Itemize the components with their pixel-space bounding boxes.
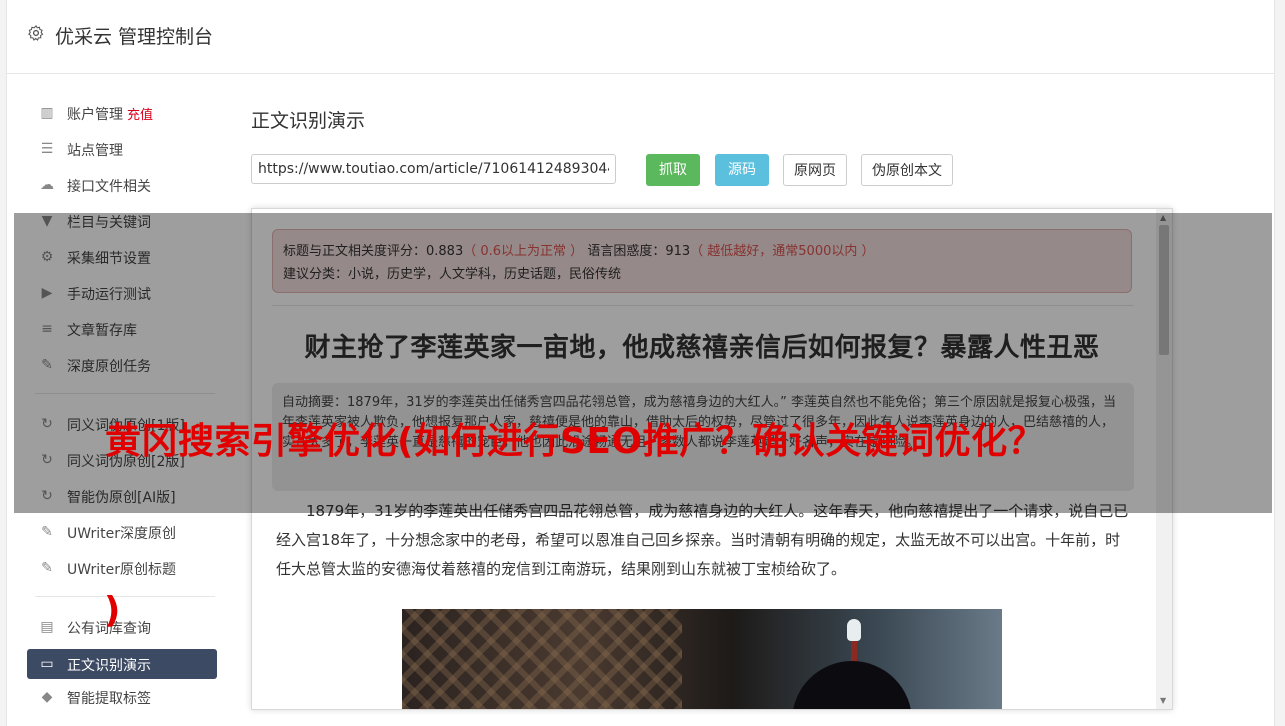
rewrite-article-button[interactable]: 伪原创本文 bbox=[861, 154, 953, 186]
divider bbox=[272, 305, 1134, 306]
sidebar-item-label: 账户管理 bbox=[67, 107, 123, 123]
refresh-icon: ↻ bbox=[41, 488, 53, 504]
sidebar-item-label: 深度原创任务 bbox=[67, 359, 151, 375]
sidebar-item-label: UWriter原创标题 bbox=[67, 562, 176, 578]
sidebar-item-label: 站点管理 bbox=[67, 143, 123, 159]
refresh-icon: ↻ bbox=[41, 452, 53, 468]
stray-paren-text: ) bbox=[104, 590, 121, 631]
seo-banner-text: 黄冈搜索引擎优化(如何进行SEO推广？确认关键词优化？ bbox=[105, 421, 1045, 462]
recharge-link[interactable]: 充值 bbox=[127, 108, 153, 123]
perplexity-hint: （ 越低越好，通常5000以内 ） bbox=[690, 244, 875, 259]
hat-stem bbox=[851, 639, 857, 663]
score-line: 标题与正文相关度评分：0.883（ 0.6以上为正常 ） 语言困惑度：913（ … bbox=[283, 240, 1121, 259]
source-button[interactable]: 源码 bbox=[715, 154, 769, 186]
url-input[interactable] bbox=[251, 154, 616, 184]
sidebar-divider bbox=[35, 596, 215, 597]
sidebar-item-label: UWriter深度原创 bbox=[67, 526, 176, 542]
monitor-icon: ▭ bbox=[40, 656, 54, 672]
refresh-icon: ↻ bbox=[41, 416, 53, 432]
hat-finial bbox=[847, 619, 861, 641]
sidebar-item-uwriter-title[interactable]: ✎ UWriter原创标题 bbox=[27, 550, 217, 586]
scrollbar[interactable]: ▲ ▼ bbox=[1156, 209, 1172, 709]
sidebar-item-public-lexicon[interactable]: ▤ 公有词库查询 bbox=[27, 609, 217, 645]
console-title: 优采云 管理控制台 bbox=[55, 26, 214, 48]
sidebar-item-deep-original[interactable]: ✎ 深度原创任务 bbox=[27, 347, 217, 383]
relevance-hint: （ 0.6以上为正常 ） bbox=[463, 244, 584, 259]
sidebar-item-text-recognition[interactable]: ▭ 正文识别演示 bbox=[27, 649, 217, 679]
filter-icon: ▼ bbox=[41, 213, 53, 229]
sidebar-item-label: 智能提取标签 bbox=[67, 691, 151, 707]
scroll-thumb[interactable] bbox=[1159, 225, 1169, 355]
sidebar-item-uwriter-deep[interactable]: ✎ UWriter深度原创 bbox=[27, 514, 217, 550]
article-paragraph: 1879年，31岁的李莲英出任储秀宫四品花翎总管，成为慈禧身边的大红人。这年春天… bbox=[276, 502, 1129, 578]
relevance-score: 标题与正文相关度评分：0.883 bbox=[283, 244, 464, 259]
sidebar-item-account[interactable]: ▥ 账户管理 充值 bbox=[27, 95, 217, 131]
perplexity-score: 语言困惑度：913 bbox=[587, 244, 691, 259]
sidebar-item-label: 文章暂存库 bbox=[67, 323, 137, 339]
console-frame: 优采云 管理控制台 ▥ 账户管理 充值 ☰ 站点管理 ☁ 接口文件相关 ▼ 栏目与… bbox=[6, 0, 1275, 726]
edit-icon: ✎ bbox=[41, 357, 53, 373]
server-icon: ☰ bbox=[40, 141, 54, 157]
sidebar-divider bbox=[35, 393, 215, 394]
edit-icon: ✎ bbox=[41, 560, 53, 576]
sidebar-item-article-store[interactable]: ≡ 文章暂存库 bbox=[27, 311, 217, 347]
sidebar-item-interface-files[interactable]: ☁ 接口文件相关 bbox=[27, 167, 217, 203]
sidebar-item-label: 智能伪原创[AI版] bbox=[67, 490, 176, 506]
book-icon: ▤ bbox=[40, 619, 54, 635]
page-title: 正文识别演示 bbox=[251, 110, 366, 132]
sidebar-item-tag-extract[interactable]: ◆ 智能提取标签 bbox=[27, 679, 217, 715]
original-page-button[interactable]: 原网页 bbox=[783, 154, 847, 186]
sidebar-item-label: 栏目与关键词 bbox=[67, 215, 151, 231]
sidebar-item-label: 正文识别演示 bbox=[67, 658, 151, 674]
sidebar-item-columns-keywords[interactable]: ▼ 栏目与关键词 bbox=[27, 203, 217, 239]
gears-icon: ⚙ bbox=[40, 249, 54, 265]
tag-icon: ◆ bbox=[41, 689, 53, 705]
database-icon: ≡ bbox=[41, 321, 53, 337]
top-bar: 优采云 管理控制台 bbox=[7, 0, 1274, 74]
sidebar-item-sites[interactable]: ☰ 站点管理 bbox=[27, 131, 217, 167]
article-title: 财主抢了李莲英家一亩地，他成慈禧亲信后如何报复？暴露人性丑恶 bbox=[304, 333, 1100, 363]
bar-chart-icon: ▥ bbox=[40, 105, 54, 121]
score-panel: 标题与正文相关度评分：0.883（ 0.6以上为正常 ） 语言困惑度：913（ … bbox=[272, 229, 1132, 293]
scroll-up-icon[interactable]: ▲ bbox=[1160, 213, 1166, 222]
official-hat bbox=[792, 661, 912, 709]
sidebar: ▥ 账户管理 充值 ☰ 站点管理 ☁ 接口文件相关 ▼ 栏目与关键词 ⚙ 采集细节… bbox=[27, 95, 217, 715]
sidebar-item-label: 手动运行测试 bbox=[67, 287, 151, 303]
lattice-pattern bbox=[402, 609, 682, 709]
article-image bbox=[402, 609, 1002, 709]
play-circle-icon: ▶ bbox=[41, 285, 53, 301]
edit-icon: ✎ bbox=[41, 524, 53, 540]
gear-icon[interactable] bbox=[27, 24, 45, 42]
sidebar-item-label: 采集细节设置 bbox=[67, 251, 151, 267]
sidebar-item-label: 接口文件相关 bbox=[67, 179, 151, 195]
fetch-button[interactable]: 抓取 bbox=[646, 154, 700, 186]
category-suggestion: 建议分类：小说，历史学，人文学科，历史话题，民俗传统 bbox=[283, 267, 622, 282]
sidebar-item-collect-settings[interactable]: ⚙ 采集细节设置 bbox=[27, 239, 217, 275]
sidebar-item-manual-run[interactable]: ▶ 手动运行测试 bbox=[27, 275, 217, 311]
sidebar-item-ai-rewrite[interactable]: ↻ 智能伪原创[AI版] bbox=[27, 478, 217, 514]
cloud-upload-icon: ☁ bbox=[40, 177, 54, 193]
scroll-down-icon[interactable]: ▼ bbox=[1160, 696, 1166, 705]
